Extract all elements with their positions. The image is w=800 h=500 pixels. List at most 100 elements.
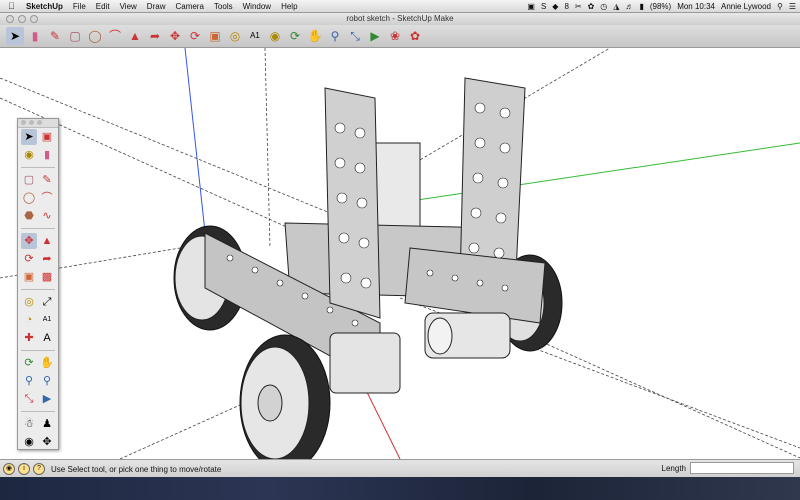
select-icon[interactable]: ➤ xyxy=(6,27,24,45)
clock[interactable]: Mon 10:34 xyxy=(677,2,715,11)
pencil-icon[interactable]: ✎ xyxy=(46,27,64,45)
measurements-input[interactable] xyxy=(690,462,794,474)
badge-count[interactable]: 8 xyxy=(564,2,568,11)
menu-draw[interactable]: Draw xyxy=(147,2,166,11)
pan-icon[interactable]: ✋ xyxy=(39,355,55,371)
follow-me-icon[interactable]: ➦ xyxy=(39,251,55,267)
window-title: robot sketch - SketchUp Make xyxy=(346,14,454,23)
circle-icon[interactable]: ◯ xyxy=(86,27,104,45)
section-plane-icon[interactable]: ✥ xyxy=(39,434,55,450)
menu-file[interactable]: File xyxy=(73,2,86,11)
pan-icon[interactable]: ✋ xyxy=(306,27,324,45)
battery-percent[interactable]: (98%) xyxy=(650,2,671,11)
look-around-icon[interactable]: ◉ xyxy=(21,434,37,450)
tape-measure-icon[interactable]: ◎ xyxy=(226,27,244,45)
text-icon[interactable]: A1 xyxy=(246,27,264,45)
tool-palette[interactable]: ➤ ▣ ◉ ▮ ▢ ✎ ◯ ⌒ ⬣ ∿ ✥ ▲ ⟳ ➦ ▣ ▩ ◎ ⤢ ◔ A1 ✚ A ⟳ ✋ ⚲ ⚲ … xyxy=(17,118,59,450)
desktop-background xyxy=(0,477,800,500)
arc-icon[interactable]: ⌒ xyxy=(39,190,55,206)
rectangle-icon[interactable]: ▢ xyxy=(66,27,84,45)
orbit-icon[interactable]: ⟳ xyxy=(286,27,304,45)
search-icon[interactable]: ⚲ xyxy=(777,2,783,11)
status-message: Use Select tool, or pick one thing to mo… xyxy=(51,464,222,474)
menu-tools[interactable]: Tools xyxy=(214,2,233,11)
time-machine-icon[interactable]: ◷ xyxy=(600,2,607,11)
apple-icon[interactable]:  xyxy=(8,1,18,11)
move-icon[interactable]: ✥ xyxy=(166,27,184,45)
main-toolbar: ➤ ▮ ✎ ▢ ◯ ⌒ ▲ ➦ ✥ ⟳ ▣ ◎ A1 ◉ ⟳ ✋ ⚲ ⤡ ▶ ❀… xyxy=(0,25,800,48)
3d-text-icon[interactable]: A xyxy=(39,330,55,346)
orbit-icon[interactable]: ⟳ xyxy=(21,355,37,371)
follow-me-icon[interactable]: ➦ xyxy=(146,27,164,45)
previous-view-icon[interactable]: ▶ xyxy=(39,391,55,407)
drawing-area[interactable]: ➤ ▣ ◉ ▮ ▢ ✎ ◯ ⌒ ⬣ ∿ ✥ ▲ ⟳ ➦ ▣ ▩ ◎ ⤢ ◔ A1 ✚ A ⟳ ✋ ⚲ ⚲ … xyxy=(0,48,800,459)
eraser-icon[interactable]: ▮ xyxy=(26,27,44,45)
previous-view-icon[interactable]: ▶ xyxy=(366,27,384,45)
protractor-icon[interactable]: ◔ xyxy=(21,312,37,328)
notification-icon[interactable]: ☰ xyxy=(789,2,796,11)
arc-icon[interactable]: ⌒ xyxy=(106,27,124,45)
geo-location-icon[interactable]: ◉ xyxy=(3,463,15,475)
palette-divider xyxy=(21,289,55,290)
scissors-icon[interactable]: ✂ xyxy=(575,2,582,11)
zoom-extents-icon[interactable]: ⤡ xyxy=(21,391,37,407)
warehouse-icon[interactable]: ❀ xyxy=(386,27,404,45)
push-pull-icon[interactable]: ▲ xyxy=(39,233,55,249)
app-menu[interactable]: SketchUp xyxy=(26,2,63,11)
freehand-icon[interactable]: ∿ xyxy=(39,208,55,224)
palette-divider xyxy=(21,228,55,229)
push-pull-icon[interactable]: ▲ xyxy=(126,27,144,45)
volume-icon[interactable]: ♬ xyxy=(625,2,633,11)
walk-icon[interactable]: ♟ xyxy=(39,416,55,432)
minimize-button[interactable] xyxy=(18,15,26,23)
eraser-icon[interactable]: ▮ xyxy=(39,147,55,163)
left-upright-plate xyxy=(324,87,381,319)
axes-icon[interactable]: ✚ xyxy=(21,330,37,346)
close-button[interactable] xyxy=(6,15,14,23)
scale-icon[interactable]: ▣ xyxy=(206,27,224,45)
pencil-icon[interactable]: ✎ xyxy=(39,172,55,188)
skype-icon[interactable]: S xyxy=(541,2,546,11)
dropbox-icon[interactable]: ◆ xyxy=(552,2,558,11)
title-bar: robot sketch - SketchUp Make xyxy=(0,13,800,25)
rotate-icon[interactable]: ⟳ xyxy=(186,27,204,45)
credits-icon[interactable]: i xyxy=(18,463,30,475)
dimension-icon[interactable]: ⤢ xyxy=(39,294,55,310)
menu-camera[interactable]: Camera xyxy=(175,2,203,11)
select-icon[interactable]: ➤ xyxy=(21,129,37,145)
extra-icon[interactable]: ▣ xyxy=(527,2,535,11)
paint-bucket-icon[interactable]: ◉ xyxy=(21,147,37,163)
scale-icon[interactable]: ▣ xyxy=(21,269,37,285)
text-icon[interactable]: A1 xyxy=(39,312,55,328)
palette-header[interactable] xyxy=(18,119,58,128)
tape-measure-icon[interactable]: ◎ xyxy=(21,294,37,310)
user-name[interactable]: Annie Lywood xyxy=(721,2,771,11)
zoom-button[interactable] xyxy=(30,15,38,23)
circle-icon[interactable]: ◯ xyxy=(21,190,37,206)
motor-shaft xyxy=(427,317,453,355)
menu-view[interactable]: View xyxy=(120,2,137,11)
menu-help[interactable]: Help xyxy=(281,2,297,11)
bluetooth-icon[interactable]: ✿ xyxy=(588,2,595,11)
rotate-icon[interactable]: ⟳ xyxy=(21,251,37,267)
position-camera-icon[interactable]: ☃ xyxy=(21,416,37,432)
battery-icon[interactable]: ▮ xyxy=(639,2,643,11)
polygon-icon[interactable]: ⬣ xyxy=(21,208,37,224)
offset-icon[interactable]: ▩ xyxy=(39,269,55,285)
component-icon[interactable]: ▣ xyxy=(39,129,55,145)
model-viewport[interactable] xyxy=(0,48,800,459)
move-icon[interactable]: ✥ xyxy=(21,233,37,249)
help-icon[interactable]: ? xyxy=(33,463,45,475)
zoom-extents-icon[interactable]: ⤡ xyxy=(346,27,364,45)
zoom-icon[interactable]: ⚲ xyxy=(326,27,344,45)
menu-window[interactable]: Window xyxy=(243,2,271,11)
rectangle-icon[interactable]: ▢ xyxy=(21,172,37,188)
wifi-icon[interactable]: ◮ xyxy=(613,2,619,11)
zoom-icon[interactable]: ⚲ xyxy=(21,373,37,389)
paint-bucket-icon[interactable]: ◉ xyxy=(266,27,284,45)
robot-model[interactable] xyxy=(173,77,563,459)
palette-divider xyxy=(21,350,55,351)
zoom-window-icon[interactable]: ⚲ xyxy=(39,373,55,389)
menu-edit[interactable]: Edit xyxy=(96,2,110,11)
extension-icon[interactable]: ✿ xyxy=(406,27,424,45)
